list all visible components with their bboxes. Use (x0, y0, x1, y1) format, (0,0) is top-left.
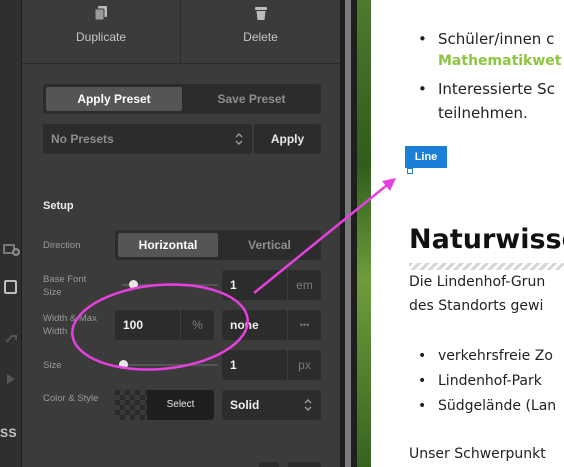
list-item: Lindenhof-Park (418, 373, 542, 389)
bottom-control-1[interactable] (259, 462, 279, 467)
base-font-size-slider-thumb[interactable] (129, 280, 138, 289)
list-item: Südgelände (Lan (418, 398, 556, 414)
element-settings-panel: Duplicate Delete Apply Preset Save Prese… (22, 0, 340, 467)
direction-toggle: Horizontal Vertical (115, 230, 321, 260)
base-font-size-value: 1 (230, 278, 237, 292)
decorative-line (409, 263, 564, 270)
delete-button[interactable]: Delete (181, 0, 340, 64)
max-width-value: none (230, 318, 259, 332)
size-unit[interactable]: px (287, 350, 321, 380)
list-item: Schüler/innen c (418, 30, 554, 48)
preset-tabs: Apply Preset Save Preset (43, 84, 321, 114)
preset-select[interactable]: No Presets (43, 124, 252, 154)
link-icon[interactable] (2, 330, 20, 348)
line-style-value: Solid (230, 398, 260, 412)
panel-scrollbar[interactable] (345, 0, 351, 467)
line-element-tag[interactable]: Line (405, 146, 447, 168)
line-resize-handle[interactable] (407, 168, 413, 174)
size-field[interactable]: 1 px (222, 350, 321, 380)
strip-label: SS (0, 426, 18, 440)
max-width-more-icon[interactable]: ••• (287, 310, 321, 340)
line-style-select[interactable]: Solid (222, 390, 321, 420)
top-actions: Duplicate Delete (22, 0, 340, 64)
bottom-control-2[interactable] (288, 462, 321, 467)
leaf-image (357, 0, 371, 467)
chevron-updown-icon (303, 398, 313, 415)
size-value: 1 (230, 358, 237, 372)
setup-title: Setup (43, 200, 74, 212)
direction-vertical[interactable]: Vertical (221, 233, 318, 257)
direction-horizontal[interactable]: Horizontal (118, 233, 218, 257)
color-style-label: Color & Style (43, 393, 99, 404)
arrow-icon[interactable] (2, 370, 20, 388)
chevron-updown-icon (234, 132, 244, 149)
base-font-size-unit[interactable]: em (287, 270, 321, 300)
color-select-button[interactable]: Select (147, 390, 214, 420)
paragraph-line: des Standorts gewi (409, 298, 544, 314)
duplicate-label: Duplicate (75, 30, 127, 44)
color-swatch[interactable] (115, 390, 147, 420)
tab-save-preset[interactable]: Save Preset (185, 87, 318, 111)
list-item-continuation: teilnehmen. (438, 104, 528, 122)
list-item: verkehrsfreie Zo (418, 348, 553, 364)
apply-preset-button[interactable]: Apply (254, 124, 321, 154)
max-width-field[interactable]: none ••• (222, 310, 321, 340)
base-font-size-field[interactable]: 1 em (222, 270, 321, 300)
tab-apply-preset[interactable]: Apply Preset (46, 87, 182, 111)
page-preview: Schüler/innen c Mathematikwet Interessie… (357, 0, 564, 467)
square-icon[interactable] (2, 278, 20, 296)
duplicate-button[interactable]: Duplicate (22, 0, 181, 64)
paragraph-line: Unser Schwerpunkt (409, 446, 546, 462)
add-layer-icon[interactable] (2, 240, 20, 258)
green-link-text[interactable]: Mathematikwet (438, 53, 562, 69)
size-slider[interactable] (122, 364, 218, 366)
left-toolbar: SS (0, 0, 22, 467)
trash-icon (253, 5, 269, 21)
width-unit[interactable]: % (180, 310, 214, 340)
paragraph-line: Die Lindenhof-Grun (409, 274, 546, 290)
list-item: Interessierte Sc (418, 80, 555, 98)
duplicate-icon (93, 5, 109, 21)
preset-select-value: No Presets (51, 132, 114, 146)
direction-label: Direction (43, 240, 81, 251)
size-label: Size (43, 360, 62, 371)
section-heading: Naturwisse (409, 224, 564, 255)
width-value: 100 (123, 318, 144, 332)
size-slider-thumb[interactable] (119, 360, 128, 369)
base-font-size-label: Base Font Size (43, 274, 87, 298)
width-label: Width & Max Width (43, 313, 97, 337)
width-field[interactable]: 100 % (115, 310, 214, 340)
delete-label: Delete (243, 30, 278, 44)
